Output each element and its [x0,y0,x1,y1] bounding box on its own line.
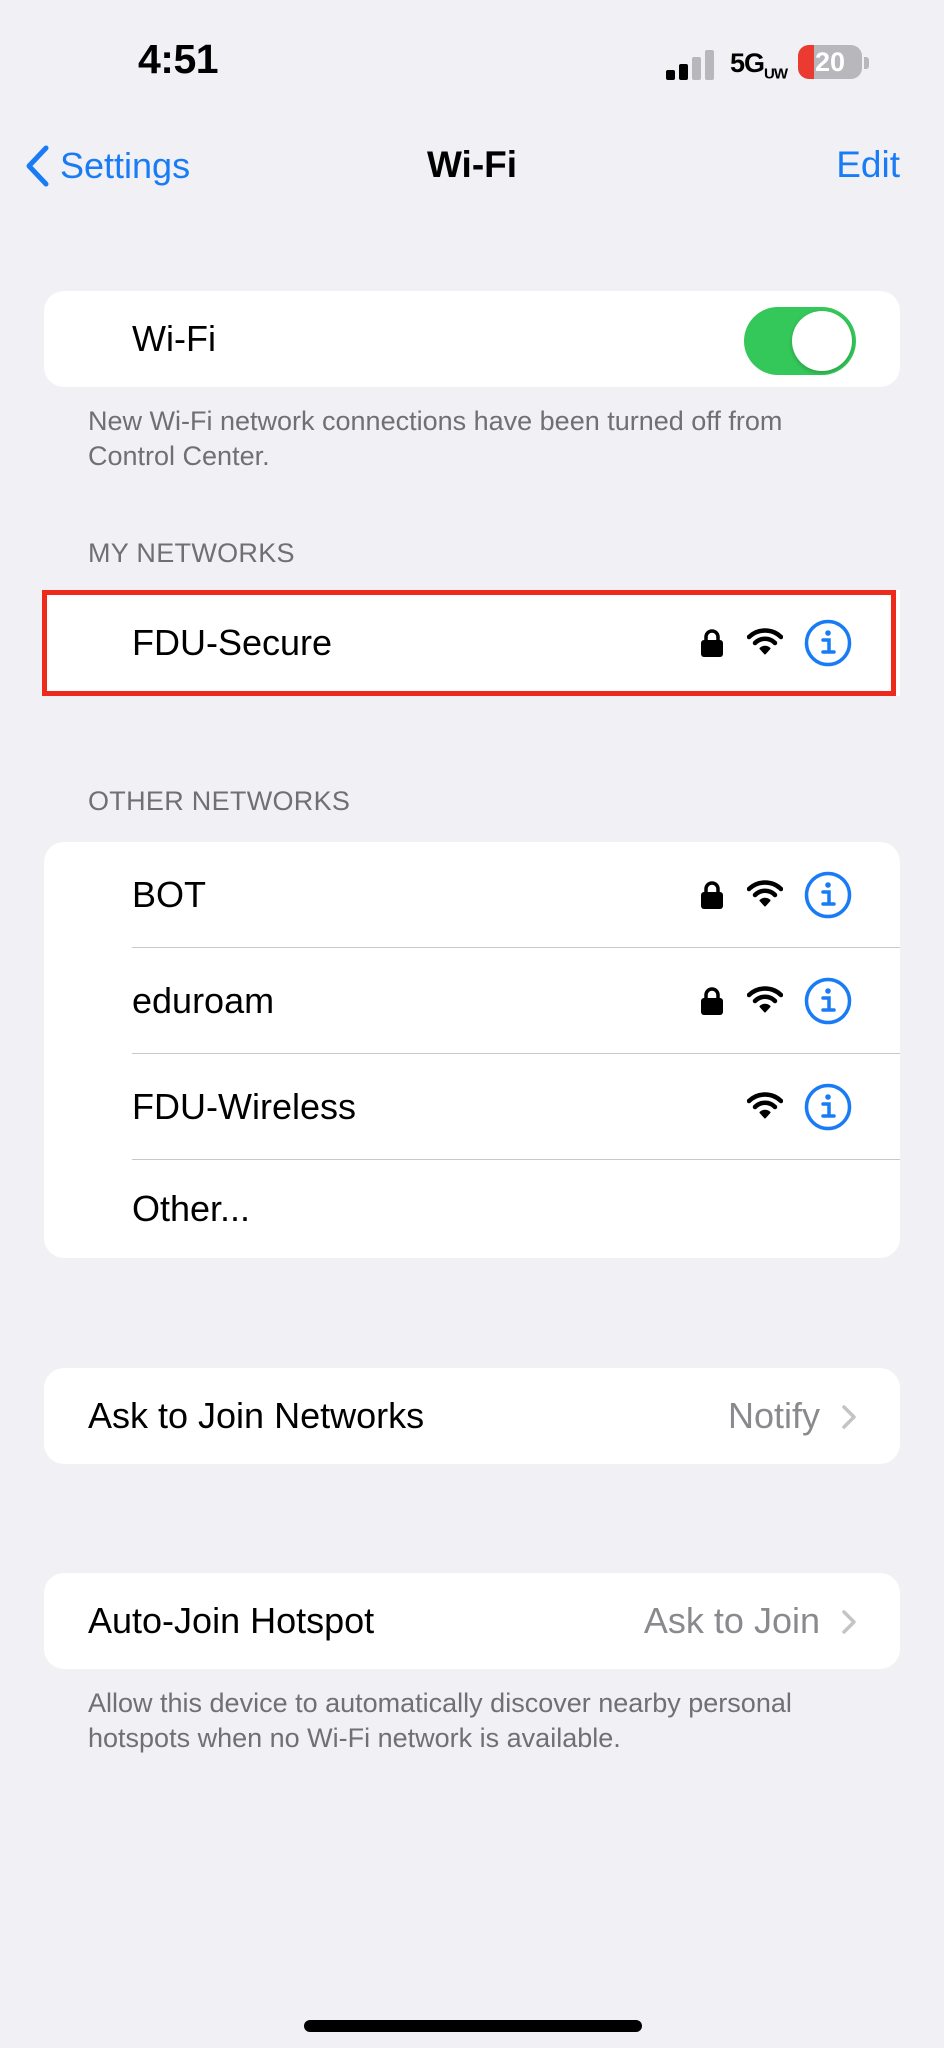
network-row-other[interactable]: Other... [44,1160,900,1258]
ask-to-join-card: Ask to Join Networks Notify [44,1368,900,1464]
my-networks-card: FDU-Secure [44,590,900,696]
ask-to-join-label: Ask to Join Networks [88,1395,425,1436]
other-networks-card: BOT eduroam FDU-Wireless Other... [44,842,900,1258]
info-icon[interactable] [804,1083,852,1131]
auto-join-row[interactable]: Auto-Join Hotspot Ask to Join [44,1573,900,1669]
wifi-signal-icon [747,628,783,655]
wifi-signal-icon [747,1092,783,1119]
edit-button[interactable]: Edit [836,144,900,186]
network-row-fdu-wireless[interactable]: FDU-Wireless [44,1054,900,1160]
network-row-eduroam[interactable]: eduroam [44,948,900,1054]
info-icon[interactable] [804,871,852,919]
auto-join-value: Ask to Join [643,1600,820,1641]
page-title: Wi-Fi [426,144,518,185]
network-name: eduroam [132,980,275,1021]
auto-join-card: Auto-Join Hotspot Ask to Join [44,1573,900,1669]
battery-icon: 20 [798,45,862,79]
network-name: FDU-Secure [132,622,333,663]
other-networks-header: OTHER NETWORKS [88,786,351,816]
battery-level: 20 [814,47,846,77]
network-name: BOT [132,874,207,915]
info-icon[interactable] [804,977,852,1025]
cellular-signal-icon [666,50,714,80]
ask-to-join-row[interactable]: Ask to Join Networks Notify [44,1368,900,1464]
wifi-signal-icon [747,880,783,907]
lock-icon [701,629,723,657]
wifi-signal-icon [747,986,783,1013]
network-type: 5GUW [730,48,788,83]
network-name: FDU-Wireless [132,1086,356,1127]
wifi-toggle-row: Wi-Fi [44,291,900,387]
auto-join-label: Auto-Join Hotspot [88,1600,375,1641]
other-network-label: Other... [132,1188,251,1229]
info-icon[interactable] [804,619,852,667]
battery-cap [864,57,869,69]
lock-icon [701,881,723,909]
status-time: 4:51 [138,36,219,82]
auto-join-footer-note: Allow this device to automatically disco… [88,1688,792,1753]
chevron-right-icon [842,1405,856,1429]
ask-to-join-value: Notify [727,1395,820,1436]
lock-icon [701,987,723,1015]
home-indicator[interactable] [304,2020,642,2032]
network-row-fdu-secure[interactable]: FDU-Secure [44,590,900,696]
wifi-toggle-label: Wi-Fi [132,318,216,359]
wifi-toggle-switch[interactable] [744,307,856,375]
chevron-right-icon [842,1610,856,1634]
wifi-toggle-card: Wi-Fi [44,291,900,387]
wifi-footer-note: New Wi-Fi network connections have been … [88,406,783,471]
toggle-knob [792,311,852,371]
network-row-bot[interactable]: BOT [44,842,900,948]
my-networks-header: MY NETWORKS [88,538,295,568]
